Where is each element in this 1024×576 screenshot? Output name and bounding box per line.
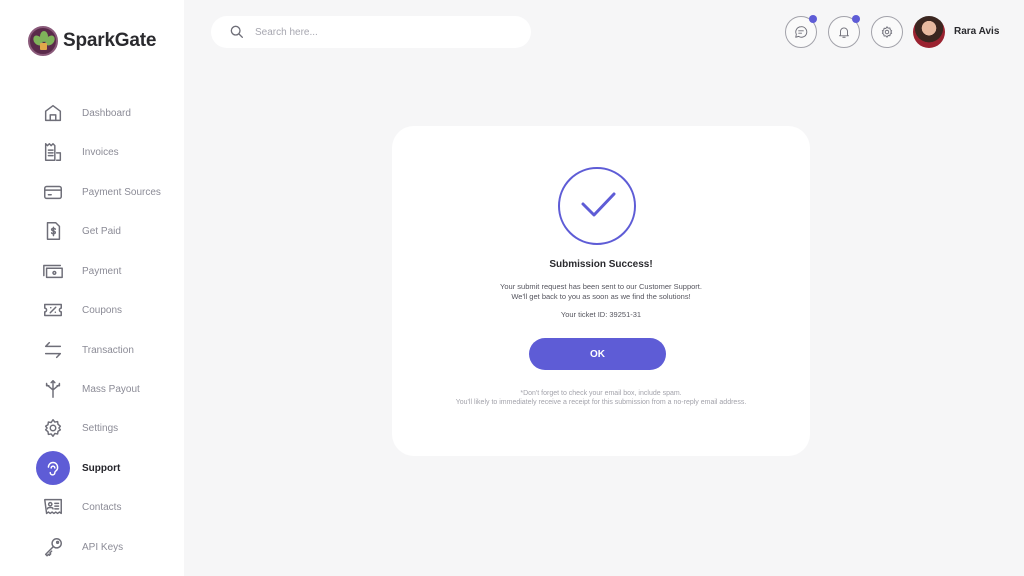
key-icon	[36, 530, 70, 564]
receipt-icon	[36, 135, 70, 169]
sidebar-item-get-paid[interactable]: Get Paid	[36, 214, 176, 248]
sidebar-item-contacts[interactable]: Contacts	[36, 490, 176, 524]
sidebar-item-label: Settings	[82, 422, 119, 434]
app-name: SparkGate	[63, 30, 157, 51]
sidebar-item-transaction[interactable]: Transaction	[36, 333, 176, 367]
dollar-document-icon	[36, 214, 70, 248]
notifications-button[interactable]	[828, 15, 860, 48]
ok-button[interactable]: OK	[529, 338, 666, 370]
logo-icon	[28, 26, 58, 56]
dialog-message: Your submit request has been sent to our…	[392, 282, 810, 302]
sidebar-item-label: API Keys	[82, 541, 124, 553]
sidebar-item-payment[interactable]: Payment	[36, 254, 176, 288]
search-input[interactable]	[255, 26, 495, 38]
messages-badge	[809, 15, 817, 23]
sidebar-item-settings[interactable]: Settings	[36, 411, 176, 445]
dialog-title: Submission Success!	[549, 259, 653, 270]
home-icon	[36, 96, 70, 130]
sidebar-item-api-keys[interactable]: API Keys	[36, 530, 176, 564]
sidebar-item-label: Contacts	[82, 501, 122, 513]
sidebar-item-coupons[interactable]: Coupons	[36, 293, 176, 327]
sidebar-item-label: Dashboard	[82, 107, 131, 119]
sidebar-item-label: Invoices	[82, 146, 119, 158]
sidebar: SparkGate Dashboard Invoices Payment Sou…	[0, 0, 184, 576]
dialog-note-line: You'll likely to immediately receive a r…	[455, 398, 747, 406]
sidebar-item-label: Support	[82, 462, 121, 474]
bell-icon	[839, 27, 849, 38]
search-bar	[211, 16, 531, 48]
credit-card-icon	[36, 175, 70, 209]
coupon-icon	[36, 293, 70, 327]
dialog-message-line: Your submit request has been sent to our…	[500, 282, 702, 291]
banknote-icon	[36, 254, 70, 288]
sidebar-item-support[interactable]: Support	[36, 451, 176, 485]
success-dialog: Submission Success! Your submit request …	[392, 126, 810, 456]
sidebar-item-label: Get Paid	[82, 225, 121, 237]
sidebar-item-mass-payout[interactable]: Mass Payout	[36, 372, 176, 406]
check-circle-icon	[558, 167, 636, 245]
sidebar-item-label: Transaction	[82, 344, 134, 356]
settings-button[interactable]	[871, 16, 903, 48]
sidebar-item-label: Mass Payout	[82, 383, 140, 395]
search-icon	[230, 25, 243, 38]
chat-icon	[795, 26, 808, 38]
dialog-note-line: *Don't forget to check your email box, i…	[520, 390, 682, 397]
logo[interactable]: SparkGate	[28, 26, 156, 56]
user-name[interactable]: Rara Avis	[954, 26, 999, 37]
sidebar-item-dashboard[interactable]: Dashboard	[36, 96, 176, 130]
support-icon	[36, 451, 70, 485]
sidebar-item-label: Payment	[82, 265, 122, 277]
split-arrows-icon	[36, 372, 70, 406]
contact-card-icon	[36, 490, 70, 524]
avatar[interactable]	[913, 16, 945, 48]
sidebar-item-invoices[interactable]: Invoices	[36, 135, 176, 169]
ticket-id: Your ticket ID: 39251-31	[560, 310, 642, 319]
sidebar-item-payment-sources[interactable]: Payment Sources	[36, 175, 176, 209]
dialog-note: *Don't forget to check your email box, i…	[432, 390, 770, 407]
sidebar-item-label: Payment Sources	[82, 186, 161, 198]
dialog-message-line: We'll get back to you as soon as we find…	[511, 292, 691, 301]
notifications-badge	[852, 15, 860, 23]
arrows-exchange-icon	[36, 333, 70, 367]
gear-icon	[36, 411, 70, 445]
messages-button[interactable]	[785, 15, 817, 48]
sidebar-item-label: Coupons	[82, 304, 123, 316]
gear-icon	[881, 26, 893, 38]
